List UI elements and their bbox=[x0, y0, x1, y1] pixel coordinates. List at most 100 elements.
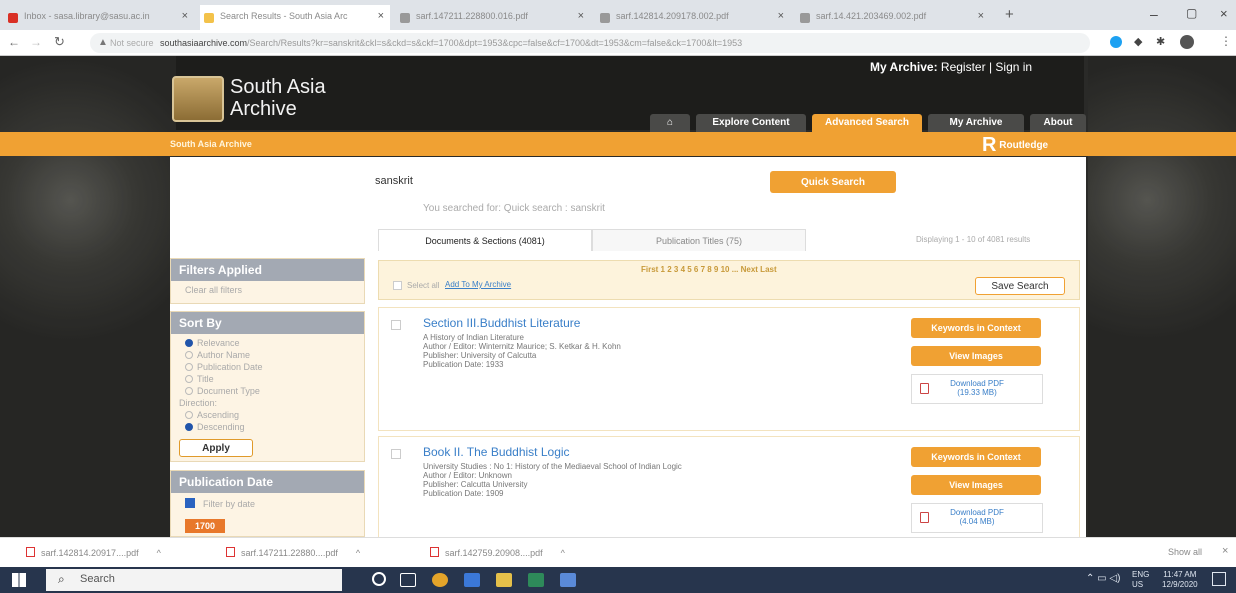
chevron-up-icon[interactable]: ^ bbox=[561, 548, 565, 558]
clear-filters-link[interactable]: Clear all filters bbox=[171, 281, 364, 296]
close-icon[interactable]: × bbox=[182, 10, 188, 22]
close-icon[interactable]: × bbox=[378, 10, 384, 22]
result-publisher: Publisher: Calcutta University bbox=[423, 480, 528, 489]
browser-tab-active[interactable]: Search Results - South Asia Arc × bbox=[200, 5, 390, 30]
account-links: My Archive: Register | Sign in bbox=[870, 60, 1033, 74]
sort-option-title[interactable]: Title bbox=[171, 373, 364, 385]
close-icon[interactable]: × bbox=[578, 10, 584, 22]
keywords-in-context-button[interactable]: Keywords in Context bbox=[911, 447, 1041, 467]
save-search-button[interactable]: Save Search bbox=[975, 277, 1065, 295]
language-indicator[interactable]: ENG US bbox=[1132, 570, 1149, 590]
gmail-icon bbox=[8, 13, 18, 23]
close-icon[interactable]: × bbox=[778, 10, 784, 22]
quick-search-button[interactable]: Quick Search bbox=[770, 171, 896, 193]
app-icon[interactable] bbox=[560, 573, 576, 587]
minimize-button[interactable]: – bbox=[1150, 6, 1158, 22]
select-all-checkbox[interactable] bbox=[393, 281, 402, 290]
app-icon[interactable] bbox=[528, 573, 544, 587]
download-item[interactable]: sarf.147211.22880....pdf ^ bbox=[226, 547, 360, 558]
browser-tab[interactable]: Inbox - sasa.library@sasu.ac.in × bbox=[4, 5, 194, 30]
nav-explore-content[interactable]: Explore Content bbox=[696, 114, 806, 132]
puzzle-icon[interactable]: ✱ bbox=[1156, 35, 1165, 48]
result-title[interactable]: Section III.Buddhist Literature bbox=[423, 316, 580, 330]
option-label: Filter by date bbox=[203, 499, 256, 509]
result-checkbox[interactable] bbox=[391, 320, 401, 330]
routledge-r-icon: R bbox=[982, 134, 997, 156]
taskbar-search[interactable]: ⌕ Search bbox=[46, 569, 342, 591]
site-logo[interactable]: South Asia Archive bbox=[168, 70, 346, 128]
breadcrumb[interactable]: South Asia Archive bbox=[170, 139, 252, 149]
forward-icon[interactable]: → bbox=[30, 35, 42, 49]
windows-start-icon[interactable] bbox=[12, 573, 26, 587]
nav-my-archive[interactable]: My Archive bbox=[928, 114, 1024, 132]
new-tab-button[interactable]: + bbox=[1005, 6, 1014, 23]
apply-button[interactable]: Apply bbox=[179, 439, 253, 457]
view-images-button[interactable]: View Images bbox=[911, 475, 1041, 495]
shield-icon[interactable]: ◆ bbox=[1134, 35, 1142, 48]
close-window-button[interactable]: × bbox=[1220, 6, 1228, 21]
tab-label: sarf.14.421.203469.002.pdf bbox=[816, 11, 927, 21]
tray-icons[interactable]: ⌃ ▭ ◁) bbox=[1086, 573, 1120, 584]
close-icon[interactable]: × bbox=[1222, 545, 1228, 557]
show-all-link[interactable]: Show all bbox=[1168, 547, 1202, 557]
browser-tab[interactable]: sarf.147211.228800.016.pdf × bbox=[396, 5, 590, 30]
direction-ascending[interactable]: Ascending bbox=[171, 409, 364, 421]
tab-documents-sections[interactable]: Documents & Sections (4081) bbox=[378, 229, 592, 251]
reload-icon[interactable]: ↻ bbox=[54, 34, 65, 50]
sort-option-relevance[interactable]: Relevance bbox=[171, 334, 364, 349]
radio-icon bbox=[185, 387, 193, 395]
search-input[interactable]: sanskrit bbox=[375, 175, 413, 187]
cortana-icon[interactable] bbox=[372, 572, 386, 586]
task-view-icon[interactable] bbox=[400, 573, 416, 587]
result-checkbox[interactable] bbox=[391, 449, 401, 459]
url-field[interactable]: ▲ Not secure southasiaarchive.com/Search… bbox=[90, 33, 1090, 53]
store-icon[interactable] bbox=[464, 573, 480, 587]
sign-in-link[interactable]: Sign in bbox=[995, 60, 1032, 74]
extension-icon[interactable] bbox=[1110, 36, 1122, 48]
sort-option-author[interactable]: Author Name bbox=[171, 349, 364, 361]
tab-publication-titles[interactable]: Publication Titles (75) bbox=[592, 229, 806, 251]
option-label: Title bbox=[197, 374, 214, 384]
pdf-icon bbox=[430, 547, 439, 557]
radio-selected-icon bbox=[185, 423, 193, 431]
logo-emblem bbox=[172, 76, 224, 122]
nav-advanced-search[interactable]: Advanced Search bbox=[812, 114, 922, 132]
add-to-archive-link[interactable]: Add To My Archive bbox=[445, 280, 511, 289]
pagination[interactable]: First 1 2 3 4 5 6 7 8 9 10 ... Next Last bbox=[641, 265, 777, 274]
chevron-up-icon[interactable]: ^ bbox=[356, 548, 360, 558]
menu-icon[interactable]: ⋮ bbox=[1220, 34, 1232, 48]
result-title[interactable]: Book II. The Buddhist Logic bbox=[423, 445, 570, 459]
download-pdf-button[interactable]: Download PDF (19.33 MB) bbox=[911, 374, 1043, 404]
pdf-icon bbox=[920, 383, 929, 394]
panel-title: Filters Applied bbox=[171, 259, 364, 281]
download-pdf-button[interactable]: Download PDF (4.04 MB) bbox=[911, 503, 1043, 533]
close-icon[interactable]: × bbox=[978, 10, 984, 22]
download-item[interactable]: sarf.142814.20917....pdf ^ bbox=[26, 547, 161, 558]
nav-about[interactable]: About bbox=[1030, 114, 1086, 132]
year-from-field[interactable]: 1700 bbox=[185, 519, 225, 533]
option-label: Descending bbox=[197, 422, 245, 432]
browser-tab[interactable]: sarf.14.421.203469.002.pdf × bbox=[796, 5, 990, 30]
chevron-up-icon[interactable]: ^ bbox=[157, 548, 161, 558]
register-link[interactable]: Register bbox=[941, 60, 986, 74]
direction-descending[interactable]: Descending bbox=[171, 421, 364, 433]
folder-icon[interactable] bbox=[496, 573, 512, 587]
chrome-icon[interactable] bbox=[432, 573, 448, 587]
home-button[interactable]: ⌂ bbox=[650, 114, 690, 132]
maximize-button[interactable]: ▢ bbox=[1186, 6, 1197, 20]
sort-option-date[interactable]: Publication Date bbox=[171, 361, 364, 373]
web-page: South Asia Archive My Archive: Register … bbox=[0, 56, 1236, 537]
download-item[interactable]: sarf.142759.20908....pdf ^ bbox=[430, 547, 565, 558]
ornament-right bbox=[1088, 56, 1236, 537]
publisher-logo: R Routledge bbox=[982, 134, 1048, 157]
browser-tab[interactable]: sarf.142814.209178.002.pdf × bbox=[596, 5, 790, 30]
view-images-button[interactable]: View Images bbox=[911, 346, 1041, 366]
filter-by-date-checkbox[interactable]: Filter by date bbox=[171, 493, 364, 510]
clock[interactable]: 11:47 AM 12/9/2020 bbox=[1162, 570, 1198, 590]
keywords-in-context-button[interactable]: Keywords in Context bbox=[911, 318, 1041, 338]
avatar[interactable] bbox=[1180, 35, 1194, 49]
notification-icon[interactable] bbox=[1212, 572, 1226, 586]
back-icon[interactable]: ← bbox=[8, 35, 20, 49]
sort-option-doctype[interactable]: Document Type bbox=[171, 385, 364, 397]
globe-icon bbox=[600, 13, 610, 23]
